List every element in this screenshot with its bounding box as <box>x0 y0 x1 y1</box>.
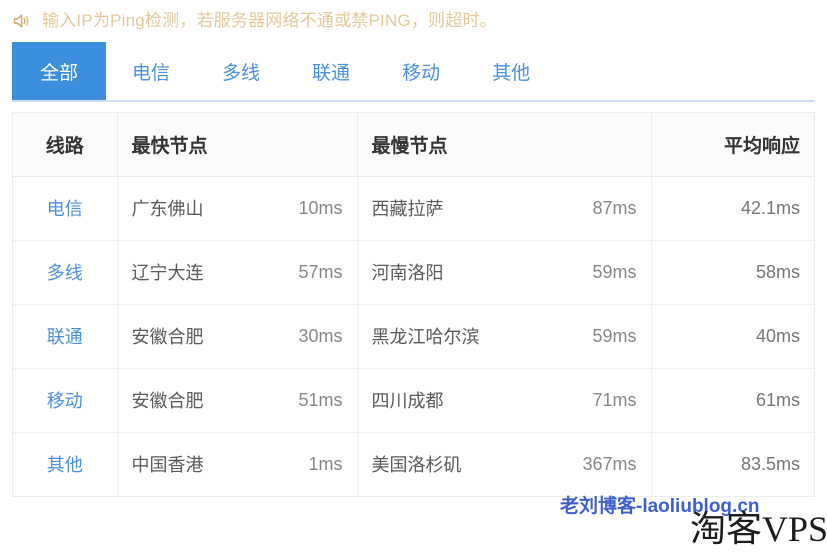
cell-slowest: 四川成都 71ms <box>357 368 652 433</box>
line-link[interactable]: 联通 <box>47 327 83 347</box>
tab-label: 联通 <box>312 62 351 84</box>
cell-fastest: 安徽合肥 30ms <box>117 304 358 369</box>
table-header: 线路 最快节点 最慢节点 平均响应 <box>13 113 814 177</box>
notice-bar: 输入IP为Ping检测，若服务器网络不通或禁PING，则超时。 <box>0 0 827 32</box>
slowest-node-latency: 71ms <box>592 389 637 410</box>
cell-fastest: 辽宁大连 57ms <box>117 240 358 305</box>
slowest-node-group: 黑龙江哈尔滨 59ms <box>372 323 637 349</box>
cell-slowest: 美国洛杉矶 367ms <box>357 432 652 496</box>
cell-line: 电信 <box>13 176 118 241</box>
table-header-row: 线路 最快节点 最慢节点 平均响应 <box>13 113 814 177</box>
tab-label: 多线 <box>222 62 261 84</box>
tab-other[interactable]: 其他 <box>466 42 556 100</box>
cell-average: 40ms <box>651 304 814 369</box>
fastest-node-group: 辽宁大连 57ms <box>132 259 343 285</box>
tabbar-underline <box>12 100 815 102</box>
slowest-node-name: 四川成都 <box>371 391 444 411</box>
cell-fastest: 广东佛山 10ms <box>117 176 358 241</box>
cell-slowest: 西藏拉萨 87ms <box>357 176 652 241</box>
cell-slowest: 黑龙江哈尔滨 59ms <box>357 304 652 369</box>
tab-mobile[interactable]: 移动 <box>376 42 466 100</box>
speaker-icon <box>13 13 29 28</box>
tab-all[interactable]: 全部 <box>12 42 107 100</box>
slowest-node-group: 西藏拉萨 87ms <box>372 195 637 221</box>
column-header-average: 平均响应 <box>651 113 814 177</box>
table-row: 电信 广东佛山 10ms 西藏拉萨 87ms 42.1ms <box>13 176 814 241</box>
slowest-node-group: 美国洛杉矶 367ms <box>372 451 637 477</box>
fastest-node-name: 辽宁大连 <box>131 263 204 283</box>
line-filter-tabbar: 全部 电信 多线 联通 移动 其他 <box>0 42 827 102</box>
slowest-node-latency: 59ms <box>592 325 637 346</box>
fastest-node-latency: 30ms <box>298 325 343 346</box>
table-row: 其他 中国香港 1ms 美国洛杉矶 367ms 83.5ms <box>13 432 814 496</box>
fastest-node-name: 中国香港 <box>131 455 204 476</box>
tab-unicom[interactable]: 联通 <box>286 42 376 100</box>
cell-fastest: 安徽合肥 51ms <box>117 368 358 433</box>
table-row: 联通 安徽合肥 30ms 黑龙江哈尔滨 59ms 40ms <box>13 304 814 369</box>
tab-label: 全部 <box>40 62 79 84</box>
tab-list: 全部 电信 多线 联通 移动 其他 <box>12 42 827 100</box>
cell-fastest: 中国香港 1ms <box>117 432 358 496</box>
line-link[interactable]: 移动 <box>47 391 83 411</box>
fastest-node-group: 广东佛山 10ms <box>132 195 343 221</box>
notice-text: 输入IP为Ping检测，若服务器网络不通或禁PING，则超时。 <box>42 10 497 30</box>
table-row: 移动 安徽合肥 51ms 四川成都 71ms 61ms <box>13 368 814 433</box>
brand-watermark: 淘客VPS <box>690 509 827 549</box>
fastest-node-group: 安徽合肥 30ms <box>132 323 343 349</box>
slowest-node-name: 美国洛杉矶 <box>371 455 462 476</box>
tab-telecom[interactable]: 电信 <box>106 42 196 100</box>
slowest-node-latency: 59ms <box>592 261 637 282</box>
cell-line: 联通 <box>13 304 118 369</box>
cell-average: 61ms <box>651 368 814 433</box>
slowest-node-name: 西藏拉萨 <box>371 199 444 219</box>
column-header-slowest: 最慢节点 <box>357 113 652 177</box>
slowest-node-group: 四川成都 71ms <box>372 387 637 413</box>
cell-line: 移动 <box>13 368 118 433</box>
column-header-fastest: 最快节点 <box>117 113 358 177</box>
cell-average: 83.5ms <box>740 453 800 474</box>
tab-label: 电信 <box>132 62 171 84</box>
fastest-node-group: 中国香港 1ms <box>132 451 343 477</box>
table-row: 多线 辽宁大连 57ms 河南洛阳 59ms 58ms <box>13 240 814 305</box>
slowest-node-name: 黑龙江哈尔滨 <box>371 327 480 347</box>
fastest-node-latency: 57ms <box>298 261 343 282</box>
line-link[interactable]: 多线 <box>47 263 83 283</box>
table-body: 电信 广东佛山 10ms 西藏拉萨 87ms 42.1ms 多线 辽宁大连 57… <box>13 176 814 496</box>
slowest-node-group: 河南洛阳 59ms <box>372 259 637 285</box>
slowest-node-name: 河南洛阳 <box>371 263 444 283</box>
fastest-node-name: 广东佛山 <box>131 199 204 219</box>
cell-line: 多线 <box>13 240 118 305</box>
fastest-node-latency: 1ms <box>308 453 343 474</box>
line-link[interactable]: 其他 <box>47 455 83 475</box>
fastest-node-latency: 10ms <box>298 197 343 218</box>
cell-line: 其他 <box>13 432 118 496</box>
ping-results-table-wrapper: 线路 最快节点 最慢节点 平均响应 电信 广东佛山 10ms 西藏拉萨 87ms… <box>12 112 815 497</box>
cell-average: 58ms <box>651 240 814 305</box>
tab-label: 移动 <box>402 62 441 84</box>
slowest-node-latency: 87ms <box>592 197 637 218</box>
ping-results-table: 线路 最快节点 最慢节点 平均响应 电信 广东佛山 10ms 西藏拉萨 87ms… <box>13 113 814 496</box>
line-link[interactable]: 电信 <box>47 199 83 219</box>
fastest-node-name: 安徽合肥 <box>131 391 204 411</box>
slowest-node-latency: 367ms <box>582 453 637 474</box>
fastest-node-group: 安徽合肥 51ms <box>132 387 343 413</box>
cell-average: 42.1ms <box>651 176 814 241</box>
fastest-node-name: 安徽合肥 <box>131 327 204 347</box>
cell-slowest: 河南洛阳 59ms <box>357 240 652 305</box>
tab-multiline[interactable]: 多线 <box>196 42 286 100</box>
tab-label: 其他 <box>492 62 531 84</box>
fastest-node-latency: 51ms <box>298 389 343 410</box>
column-header-line: 线路 <box>13 113 118 177</box>
